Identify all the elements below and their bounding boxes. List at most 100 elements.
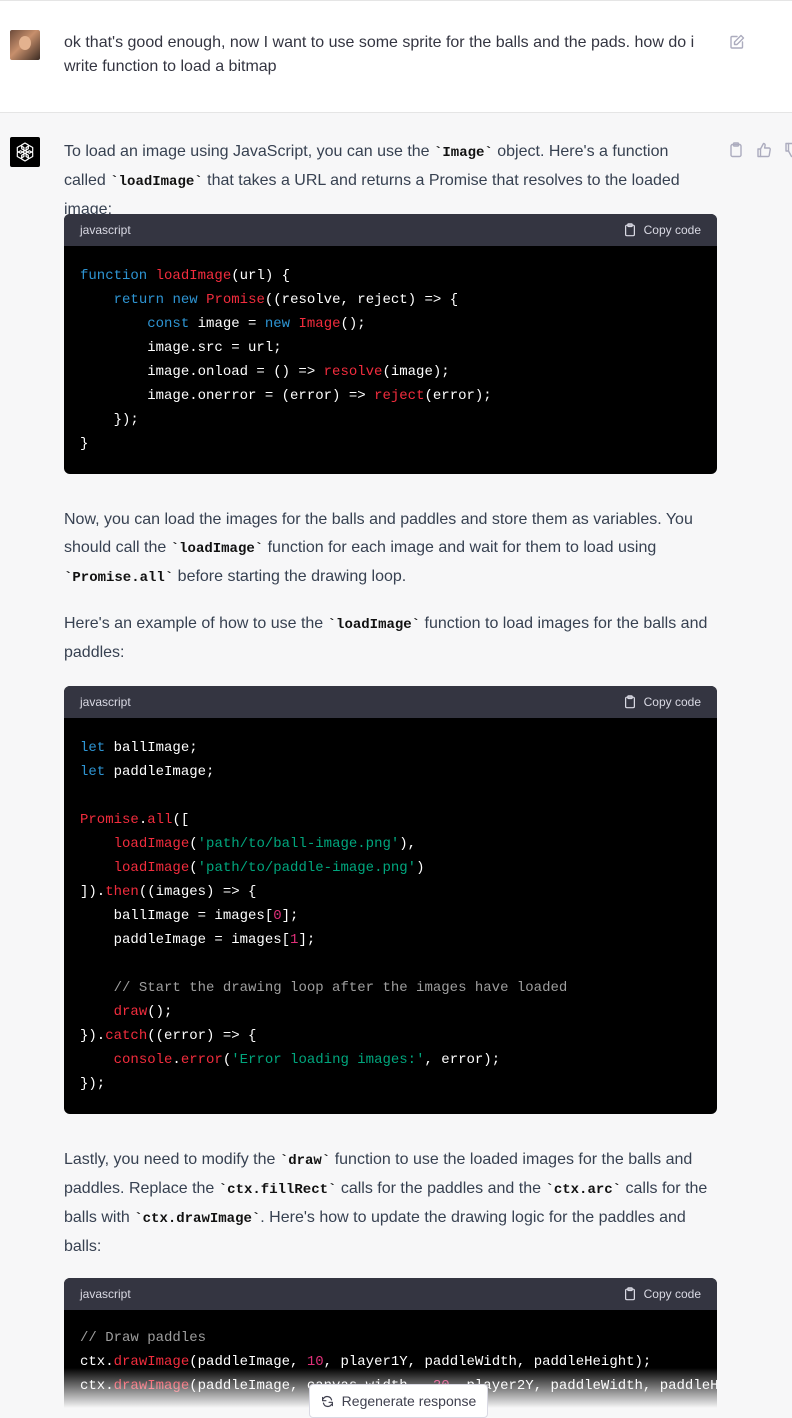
code-line: draw();	[80, 1004, 173, 1020]
code-token: let	[80, 764, 106, 780]
code-token: loadImage	[113, 860, 190, 876]
thumbs-up-icon[interactable]	[756, 142, 772, 158]
code-line: let paddleImage;	[80, 764, 214, 780]
code-token: }).	[80, 1028, 106, 1044]
copy-code-button[interactable]: Copy code	[623, 223, 701, 237]
inline-code: `ctx.fillRect`	[218, 1182, 337, 1198]
clipboard-icon	[624, 223, 635, 237]
code-token: (image);	[382, 364, 450, 380]
code-token: image.onerror = (error) =>	[80, 388, 375, 404]
code-token: image =	[189, 316, 265, 332]
code-token: function	[80, 268, 148, 284]
code-line: return new Promise((resolve, reject) => …	[80, 292, 459, 308]
copy-code-button[interactable]: Copy code	[623, 1287, 701, 1301]
code-token: reject	[374, 388, 425, 404]
regenerate-icon	[321, 1395, 333, 1407]
code-line: ]).then((images) => {	[80, 884, 256, 900]
code-block: javascript Copy code let ballImage; let …	[64, 686, 717, 1114]
regenerate-response-button[interactable]: Regenerate response	[309, 1384, 488, 1418]
code-token: paddleImage = images[	[80, 932, 291, 948]
code-token: ();	[340, 316, 366, 332]
code-token: then	[105, 884, 139, 900]
code-token: loadImage	[155, 268, 232, 284]
code-line: image.onerror = (error) => reject(error)…	[80, 388, 492, 404]
code-token: draw	[113, 1004, 148, 1020]
inline-code: `draw`	[279, 1153, 331, 1169]
code-line: });	[80, 412, 139, 428]
code-line: image.onload = () => resolve(image);	[80, 364, 450, 380]
code-token: new	[264, 316, 291, 332]
copy-code-label: Copy code	[643, 1287, 701, 1301]
copy-code-label: Copy code	[643, 695, 701, 709]
code-token: 'Error loading images:'	[231, 1052, 425, 1068]
assistant-paragraph: Here's an example of how to use the `loa…	[64, 615, 708, 661]
code-language-label: javascript	[80, 1287, 131, 1301]
inline-code: `loadImage`	[327, 617, 421, 633]
code-token: ballImage;	[105, 740, 198, 756]
code-line: loadImage('path/to/paddle-image.png')	[80, 860, 425, 876]
code-token: (	[189, 836, 198, 852]
code-line: paddleImage = images[1];	[80, 932, 316, 948]
code-token: 'path/to/ball-image.png'	[197, 836, 400, 852]
user-avatar	[10, 30, 40, 60]
code-token: ();	[147, 1004, 173, 1020]
code-language-label: javascript	[80, 695, 131, 709]
thumbs-down-icon[interactable]	[784, 142, 792, 158]
code-token: console	[113, 1052, 173, 1068]
edit-icon[interactable]	[729, 34, 745, 50]
code-token: ];	[281, 908, 299, 924]
code-token: catch	[105, 1028, 148, 1044]
code-block: javascript Copy code function loadImage(…	[64, 214, 717, 474]
code-token: return	[113, 292, 165, 308]
code-token: ];	[298, 932, 316, 948]
clipboard-icon	[624, 1287, 635, 1301]
assistant-paragraph: Lastly, you need to modify the `draw` fu…	[64, 1151, 708, 1255]
code-block-header: javascript Copy code	[64, 214, 717, 246]
code-token: Promise	[206, 292, 265, 308]
clipboard-icon	[624, 695, 635, 709]
inline-code: `ctx.drawImage`	[134, 1211, 261, 1227]
code-token: });	[80, 1076, 106, 1092]
code-token: .	[138, 812, 148, 828]
code-block-header: javascript Copy code	[64, 686, 717, 718]
inline-code: `Promise.all`	[64, 570, 174, 586]
clipboard-icon[interactable]	[728, 142, 744, 158]
code-line: }	[80, 436, 88, 452]
code-token: error	[180, 1052, 223, 1068]
code-token: 0	[273, 908, 282, 924]
code-line: const image = new Image();	[80, 316, 366, 332]
code-token: image.src = url;	[80, 340, 282, 356]
user-message-text: ok that's good enough, now I want to use…	[64, 34, 695, 75]
inline-code: `ctx.arc`	[545, 1182, 622, 1198]
code-token: });	[80, 412, 139, 428]
code-token: (url) {	[231, 268, 291, 284]
code-token: ((resolve, reject) => {	[264, 292, 459, 308]
code-token: ]).	[80, 884, 106, 900]
code-token: .	[172, 1052, 181, 1068]
code-token: loadImage	[113, 836, 190, 852]
code-token: ((images) => {	[138, 884, 257, 900]
code-token: ),	[399, 836, 417, 852]
code-line: Promise.all([	[80, 812, 189, 828]
copy-code-button[interactable]: Copy code	[623, 695, 701, 709]
code-token: let	[80, 740, 106, 756]
code-line: image.src = url;	[80, 340, 282, 356]
code-token: , error);	[424, 1052, 501, 1068]
code-token: paddleImage;	[105, 764, 215, 780]
code-line: // Draw paddles	[80, 1330, 206, 1346]
code-token: }	[80, 436, 89, 452]
inline-code: `Image`	[434, 145, 493, 161]
message-actions	[728, 142, 792, 158]
user-message-row: ok that's good enough, now I want to use…	[0, 0, 792, 113]
code-token: image.onload = () =>	[80, 364, 324, 380]
code-token: resolve	[323, 364, 383, 380]
code-token: // Start the drawing loop after the imag…	[113, 980, 568, 996]
